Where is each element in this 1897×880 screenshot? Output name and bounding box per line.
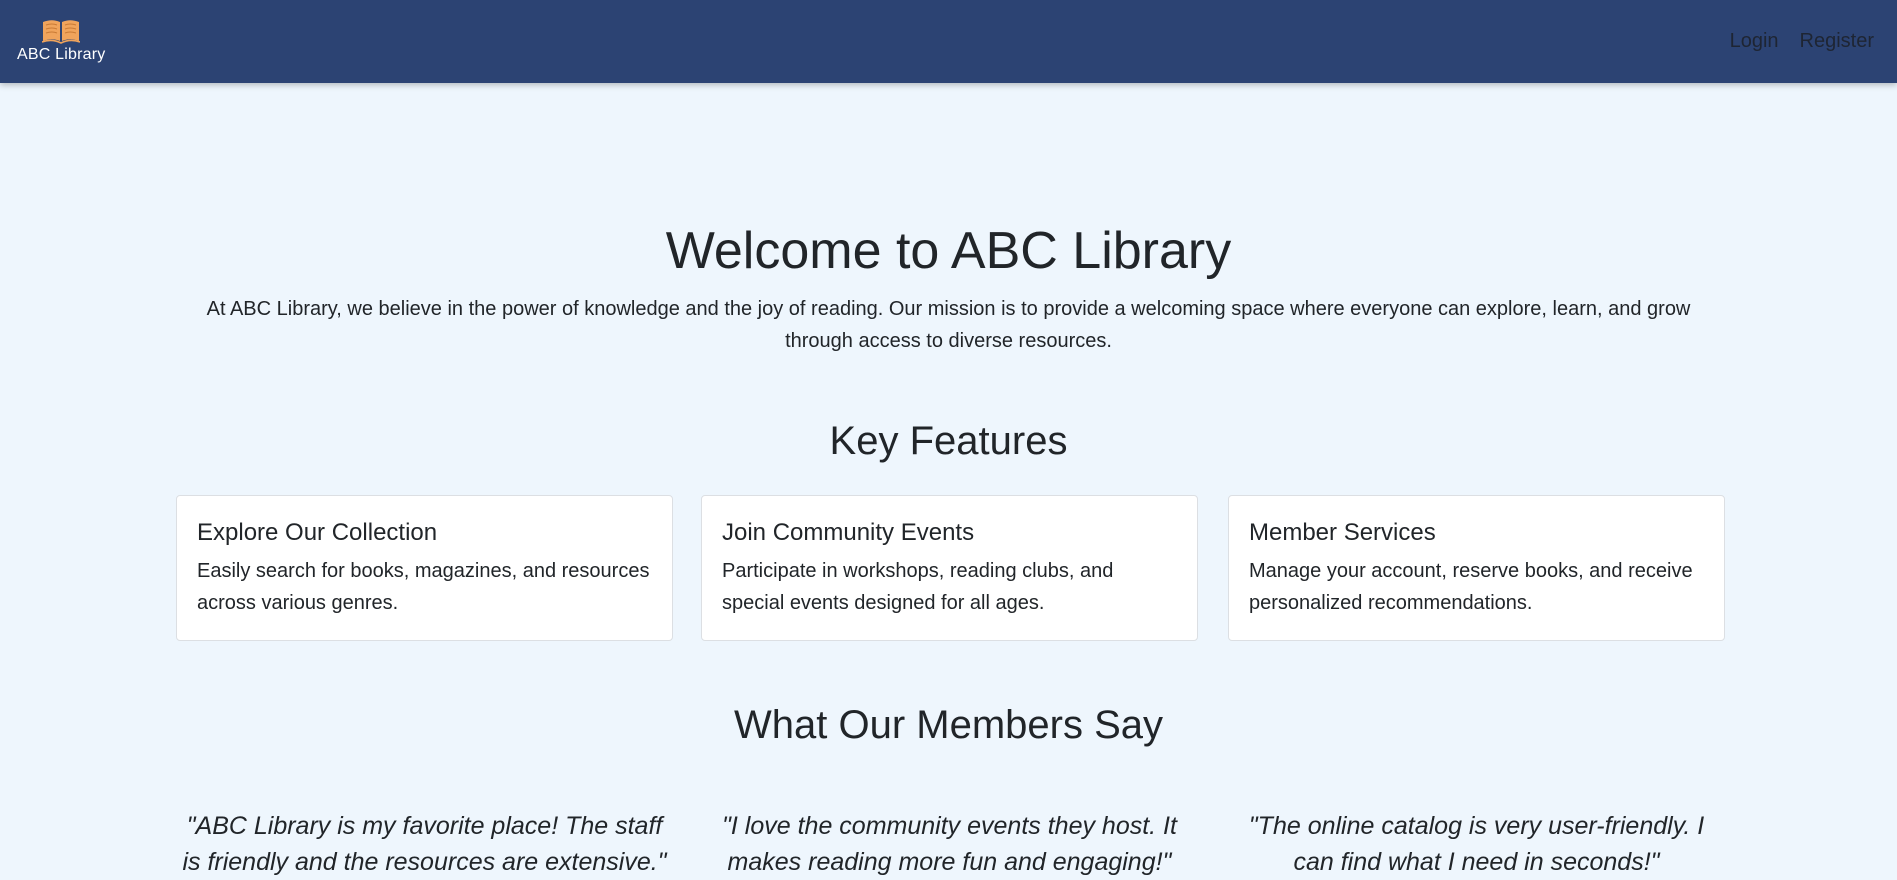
feature-card-member-services: Member Services Manage your account, res… <box>1228 495 1725 641</box>
brand-name: ABC Library <box>17 46 106 63</box>
testimonial-quote: "ABC Library is my favorite place! The s… <box>182 812 667 876</box>
brand-logo-link[interactable]: ABC Library <box>16 15 106 67</box>
feature-card-text: Participate in workshops, reading clubs,… <box>722 560 1114 614</box>
testimonial-quote: "The online catalog is very user-friendl… <box>1248 812 1705 876</box>
feature-card-title: Join Community Events <box>722 519 975 546</box>
feature-card-text: Manage your account, reserve books, and … <box>1249 560 1693 614</box>
login-link[interactable]: Login <box>1730 27 1779 55</box>
feature-card-collection: Explore Our Collection Easily search for… <box>176 495 673 641</box>
feature-card-text: Easily search for books, magazines, and … <box>197 560 650 614</box>
register-link[interactable]: Register <box>1800 27 1874 55</box>
top-navbar: ABC Library Login Register <box>0 0 1897 83</box>
open-book-icon <box>42 20 80 44</box>
nav-links: Login Register <box>1730 27 1874 55</box>
feature-card-title: Member Services <box>1249 519 1436 546</box>
testimonials-heading: What Our Members Say <box>733 703 1163 747</box>
key-features-heading: Key Features <box>829 419 1068 463</box>
page-title: Welcome to ABC Library <box>665 222 1232 280</box>
feature-card-events: Join Community Events Participate in wor… <box>701 495 1198 641</box>
mission-statement: At ABC Library, we believe in the power … <box>206 298 1691 352</box>
feature-card-title: Explore Our Collection <box>197 519 438 546</box>
testimonial-quote: "I love the community events they host. … <box>722 812 1177 876</box>
